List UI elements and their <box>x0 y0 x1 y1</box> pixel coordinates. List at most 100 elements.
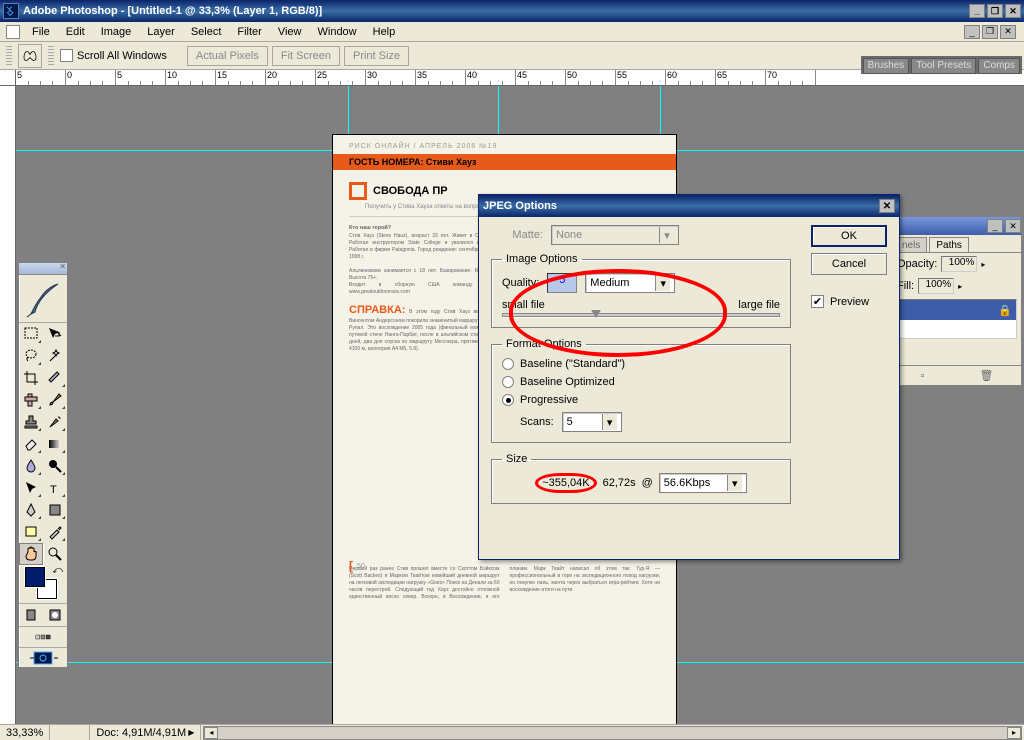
blur-tool[interactable] <box>19 455 43 477</box>
toolbox-header[interactable] <box>19 263 67 275</box>
at-label: @ <box>642 477 653 489</box>
palette-well: Brushes Tool Presets Comps <box>861 56 1022 74</box>
pen-tool[interactable] <box>19 499 43 521</box>
document-icon <box>6 25 20 39</box>
size-time: 62,72s <box>603 477 636 489</box>
scans-dropdown[interactable]: 5▾ <box>562 412 622 432</box>
trash-icon[interactable]: 🗑 <box>980 369 994 382</box>
grip-icon[interactable] <box>6 46 12 66</box>
panel-minimize[interactable]: _ <box>987 219 1003 233</box>
heal-tool[interactable] <box>19 389 43 411</box>
print-size-button[interactable]: Print Size <box>344 46 409 66</box>
hand-tool[interactable] <box>19 543 43 565</box>
quality-input[interactable]: 5 <box>547 273 577 293</box>
eraser-tool[interactable] <box>19 433 43 455</box>
dialog-close-button[interactable]: ✕ <box>879 199 895 213</box>
doc-restore-button[interactable]: ❐ <box>982 25 998 39</box>
opacity-label: Opacity: <box>897 258 937 270</box>
close-button[interactable]: ✕ <box>1005 4 1021 18</box>
lock-icon: 🔒 <box>998 304 1012 317</box>
app-titlebar: Adobe Photoshop - [Untitled-1 @ 33,3% (L… <box>0 0 1024 22</box>
toolbox: T ⤺ <box>18 262 68 668</box>
brushes-tab[interactable]: Brushes <box>863 58 910 74</box>
type-tool[interactable]: T <box>43 477 67 499</box>
image-options-legend: Image Options <box>502 253 582 265</box>
crop-tool[interactable] <box>19 367 43 389</box>
baseline-optimized-radio[interactable] <box>502 376 514 388</box>
slice-tool[interactable] <box>43 367 67 389</box>
grip-icon[interactable] <box>48 46 54 66</box>
baseline-radio[interactable] <box>502 358 514 370</box>
size-group: Size ~355,04K 62,72s @ 56.6Kbps▾ <box>491 453 791 504</box>
wand-tool[interactable] <box>43 345 67 367</box>
menu-filter[interactable]: Filter <box>229 24 269 40</box>
new-layer-icon[interactable]: ▫ <box>921 370 925 382</box>
panel-close[interactable]: ✕ <box>1005 219 1021 233</box>
baud-dropdown[interactable]: 56.6Kbps▾ <box>659 473 747 493</box>
fit-screen-button[interactable]: Fit Screen <box>272 46 340 66</box>
marquee-tool[interactable] <box>19 323 43 345</box>
scans-label: Scans: <box>520 416 554 428</box>
stamp-tool[interactable] <box>19 411 43 433</box>
move-tool[interactable] <box>43 323 67 345</box>
swap-colors-icon[interactable]: ⤺ <box>52 565 63 576</box>
lasso-tool[interactable] <box>19 345 43 367</box>
scrollbar-horizontal[interactable]: ◂ ▸ <box>203 726 1022 740</box>
zoom-field[interactable]: 33,33% <box>0 725 50 740</box>
quality-preset-dropdown[interactable]: Medium▾ <box>585 273 675 293</box>
fill-input[interactable]: 100% <box>918 278 954 294</box>
screen-mode-standard[interactable] <box>19 627 67 647</box>
menu-layer[interactable]: Layer <box>139 24 183 40</box>
zoom-tool[interactable] <box>43 543 67 565</box>
current-tool-icon[interactable] <box>18 44 42 68</box>
history-brush-tool[interactable] <box>43 411 67 433</box>
layer-comps-tab[interactable]: Comps <box>978 58 1020 74</box>
minimize-button[interactable]: _ <box>969 4 985 18</box>
cancel-button[interactable]: Cancel <box>811 253 887 275</box>
svg-text:T: T <box>50 484 57 496</box>
ruler-vertical[interactable] <box>0 86 16 724</box>
doc-close-button[interactable]: ✕ <box>1000 25 1016 39</box>
photoshop-logo[interactable] <box>19 275 67 323</box>
matte-dropdown[interactable]: None▾ <box>551 225 679 245</box>
dodge-tool[interactable] <box>43 455 67 477</box>
path-select-tool[interactable] <box>19 477 43 499</box>
imageready-icon[interactable] <box>28 651 58 665</box>
quickmask-mode-icon[interactable] <box>43 604 67 626</box>
opacity-input[interactable]: 100% <box>941 256 977 272</box>
menu-image[interactable]: Image <box>93 24 140 40</box>
scroll-right-button[interactable]: ▸ <box>1007 727 1021 739</box>
menu-select[interactable]: Select <box>183 24 230 40</box>
doc-size-field[interactable]: Doc: 4,91M/4,91M▶ <box>90 725 201 740</box>
standard-mode-icon[interactable] <box>19 604 43 626</box>
dialog-titlebar[interactable]: JPEG Options ✕ <box>479 195 899 217</box>
layer-item[interactable]: 🔒 <box>898 300 1016 320</box>
progressive-radio[interactable] <box>502 394 514 406</box>
brush-tool[interactable] <box>43 389 67 411</box>
menu-window[interactable]: Window <box>310 24 365 40</box>
menu-view[interactable]: View <box>270 24 310 40</box>
preview-checkbox[interactable]: ✔ <box>811 295 824 308</box>
statusbar: 33,33% Doc: 4,91M/4,91M▶ ◂ ▸ <box>0 724 1024 740</box>
notes-tool[interactable] <box>19 521 43 543</box>
doc-minimize-button[interactable]: _ <box>964 25 980 39</box>
menu-edit[interactable]: Edit <box>58 24 93 40</box>
shape-tool[interactable] <box>43 499 67 521</box>
menu-help[interactable]: Help <box>365 24 404 40</box>
foreground-color[interactable] <box>25 567 45 587</box>
scroll-left-button[interactable]: ◂ <box>204 727 218 739</box>
jpeg-options-dialog: JPEG Options ✕ OK Cancel ✔ Preview Matte… <box>478 194 900 560</box>
menu-file[interactable]: File <box>24 24 58 40</box>
eyedropper-tool[interactable] <box>43 521 67 543</box>
gradient-tool[interactable] <box>43 433 67 455</box>
quality-slider[interactable] <box>502 313 780 317</box>
status-icons[interactable] <box>50 725 90 740</box>
ok-button[interactable]: OK <box>811 225 887 247</box>
panel-titlebar[interactable]: _✕ <box>893 217 1021 235</box>
scroll-all-checkbox[interactable] <box>60 49 73 62</box>
actual-pixels-button[interactable]: Actual Pixels <box>187 46 268 66</box>
tool-presets-tab[interactable]: Tool Presets <box>911 58 976 74</box>
tab-paths[interactable]: Paths <box>929 237 969 252</box>
quality-label: Quality: <box>502 277 539 289</box>
maximize-button[interactable]: ❐ <box>987 4 1003 18</box>
